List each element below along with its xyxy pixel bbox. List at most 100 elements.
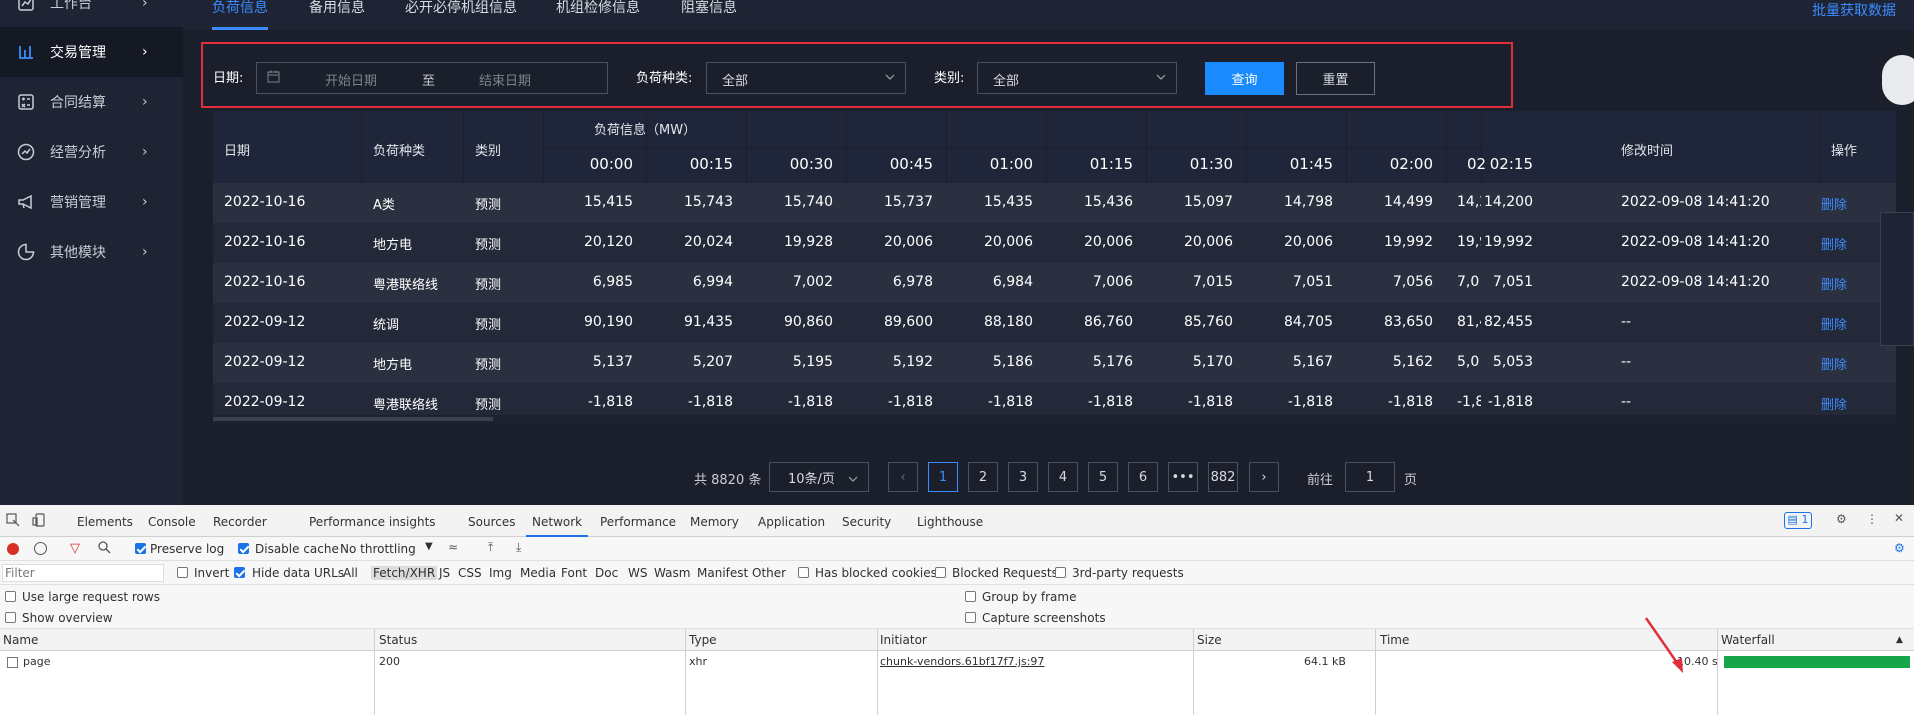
page-button[interactable]: 6 bbox=[1128, 462, 1158, 492]
record-icon[interactable] bbox=[7, 543, 19, 555]
clear-icon[interactable] bbox=[34, 542, 47, 555]
devtools-tab[interactable]: Security bbox=[842, 515, 891, 529]
delete-link[interactable]: 删除 bbox=[1821, 194, 1847, 213]
devtools-tab[interactable]: Recorder bbox=[213, 515, 267, 529]
page-button[interactable]: 5 bbox=[1088, 462, 1118, 492]
request-type-filter[interactable]: Fetch/XHR bbox=[371, 566, 438, 580]
request-initiator-link[interactable]: chunk-vendors.61bf17f7.js:97 bbox=[880, 655, 1044, 668]
network-settings-icon[interactable]: ⚙ bbox=[1894, 541, 1905, 555]
load-type-select[interactable]: 全部 bbox=[706, 62, 906, 94]
request-type-filter[interactable]: Font bbox=[561, 566, 587, 580]
batch-fetch-link[interactable]: 批量获取数据 bbox=[1812, 0, 1896, 20]
request-type-filter[interactable]: Doc bbox=[595, 566, 618, 580]
column-waterfall[interactable]: Waterfall bbox=[1721, 633, 1775, 647]
show-overview-checkbox[interactable] bbox=[5, 612, 16, 623]
devtools-tab[interactable]: Elements bbox=[77, 515, 133, 529]
request-type-filter[interactable]: Wasm bbox=[654, 566, 690, 580]
page-size-select[interactable]: 10条/页 bbox=[769, 462, 869, 492]
column-size[interactable]: Size bbox=[1197, 633, 1222, 647]
next-page-button[interactable]: › bbox=[1249, 462, 1279, 492]
delete-link[interactable]: 删除 bbox=[1821, 314, 1847, 333]
column-initiator[interactable]: Initiator bbox=[880, 633, 927, 647]
date-range-picker[interactable]: 开始日期 至 结束日期 bbox=[256, 62, 608, 94]
column-time[interactable]: Time bbox=[1380, 633, 1409, 647]
page-button[interactable]: 4 bbox=[1048, 462, 1078, 492]
delete-link[interactable]: 删除 bbox=[1821, 394, 1847, 413]
sidebar-item-contract-settlement[interactable]: 合同结算 › bbox=[0, 77, 183, 127]
sidebar-item-business-analysis[interactable]: 经营分析 › bbox=[0, 127, 183, 177]
devtools-tab[interactable]: Sources bbox=[468, 515, 515, 529]
category-select[interactable]: 全部 bbox=[977, 62, 1177, 94]
capture-screenshots-checkbox[interactable] bbox=[965, 612, 976, 623]
request-type-filter[interactable]: CSS bbox=[458, 566, 482, 580]
request-type-filter[interactable]: Other bbox=[752, 566, 786, 580]
filter-funnel-icon[interactable]: ▽ bbox=[70, 541, 80, 556]
sidebar-item-trading[interactable]: 交易管理 › bbox=[0, 27, 183, 77]
sidebar-item-marketing[interactable]: 营销管理 › bbox=[0, 177, 183, 227]
devtools-tab[interactable]: Performance insights bbox=[309, 515, 436, 529]
page-button[interactable]: ••• bbox=[1168, 462, 1198, 492]
devtools-tab[interactable]: Application bbox=[758, 515, 825, 529]
side-panel-tab[interactable] bbox=[1880, 212, 1914, 346]
request-type-filter[interactable]: All bbox=[343, 566, 358, 580]
close-icon[interactable]: ✕ bbox=[1894, 511, 1904, 525]
column-status[interactable]: Status bbox=[379, 633, 417, 647]
tab-unit-maintenance[interactable]: 机组检修信息 bbox=[556, 0, 640, 30]
end-date-input[interactable]: 结束日期 bbox=[479, 70, 531, 89]
network-conditions-icon[interactable]: ≈ bbox=[448, 540, 458, 554]
devtools-tab[interactable]: Performance bbox=[600, 515, 676, 529]
request-name[interactable]: page bbox=[23, 655, 50, 668]
large-rows-checkbox[interactable] bbox=[5, 591, 16, 602]
devtools-tab[interactable]: Network bbox=[525, 515, 589, 537]
reset-button[interactable]: 重置 bbox=[1296, 62, 1375, 95]
column-type[interactable]: Type bbox=[689, 633, 717, 647]
delete-link[interactable]: 删除 bbox=[1821, 354, 1847, 373]
sort-up-icon[interactable]: ▲ bbox=[1896, 635, 1903, 645]
inspect-element-icon[interactable] bbox=[6, 513, 20, 530]
devtools-tab[interactable]: Memory bbox=[690, 515, 739, 529]
floating-widget[interactable] bbox=[1882, 55, 1914, 105]
throttling-select[interactable]: No throttling bbox=[340, 542, 416, 556]
search-icon[interactable] bbox=[98, 541, 111, 557]
blocked-requests-checkbox[interactable] bbox=[935, 567, 946, 578]
third-party-checkbox[interactable] bbox=[1055, 567, 1066, 578]
devtools-tab[interactable]: Console bbox=[148, 515, 196, 529]
column-name[interactable]: Name bbox=[3, 633, 38, 647]
request-type-filter[interactable]: JS bbox=[439, 566, 450, 580]
sidebar-item-workbench[interactable]: 工作台 › bbox=[0, 0, 183, 28]
invert-checkbox[interactable] bbox=[177, 567, 188, 578]
delete-link[interactable]: 删除 bbox=[1821, 274, 1847, 293]
device-toolbar-icon[interactable] bbox=[32, 513, 46, 530]
page-button[interactable]: 1 bbox=[928, 462, 958, 492]
hide-data-urls-checkbox[interactable] bbox=[234, 567, 245, 578]
request-type-filter[interactable]: Media bbox=[520, 566, 556, 580]
has-blocked-cookies-checkbox[interactable] bbox=[798, 567, 809, 578]
page-button[interactable]: 882 bbox=[1208, 462, 1238, 492]
tab-reserve-info[interactable]: 备用信息 bbox=[309, 0, 365, 30]
tab-must-run-units[interactable]: 必开必停机组信息 bbox=[405, 0, 517, 30]
table-row[interactable]: page 200 xhr chunk-vendors.61bf17f7.js:9… bbox=[0, 651, 1914, 673]
issues-badge[interactable]: ▤ 1 bbox=[1784, 512, 1812, 529]
group-by-frame-checkbox[interactable] bbox=[965, 591, 976, 602]
request-type-filter[interactable]: Img bbox=[489, 566, 512, 580]
tab-load-info[interactable]: 负荷信息 bbox=[212, 0, 268, 30]
more-options-icon[interactable]: ⋮ bbox=[1866, 512, 1878, 526]
preserve-log-checkbox[interactable] bbox=[135, 543, 146, 554]
settings-gear-icon[interactable]: ⚙ bbox=[1836, 512, 1847, 526]
page-button[interactable]: 2 bbox=[968, 462, 998, 492]
scrollbar-thumb[interactable] bbox=[213, 417, 493, 421]
goto-page-input[interactable]: 1 bbox=[1345, 462, 1395, 492]
devtools-tab[interactable]: Lighthouse bbox=[917, 515, 983, 529]
upload-icon[interactable]: ⤒ bbox=[488, 540, 493, 555]
download-icon[interactable]: ⤓ bbox=[516, 540, 521, 555]
start-date-input[interactable]: 开始日期 bbox=[325, 70, 377, 89]
sidebar-item-other-modules[interactable]: 其他模块 › bbox=[0, 227, 183, 277]
tab-congestion[interactable]: 阻塞信息 bbox=[681, 0, 737, 30]
filter-input[interactable]: Filter bbox=[2, 564, 164, 582]
prev-page-button[interactable]: ‹ bbox=[888, 462, 918, 492]
page-button[interactable]: 3 bbox=[1008, 462, 1038, 492]
query-button[interactable]: 查询 bbox=[1205, 62, 1284, 95]
request-type-filter[interactable]: Manifest bbox=[697, 566, 748, 580]
disable-cache-checkbox[interactable] bbox=[238, 543, 249, 554]
delete-link[interactable]: 删除 bbox=[1821, 234, 1847, 253]
